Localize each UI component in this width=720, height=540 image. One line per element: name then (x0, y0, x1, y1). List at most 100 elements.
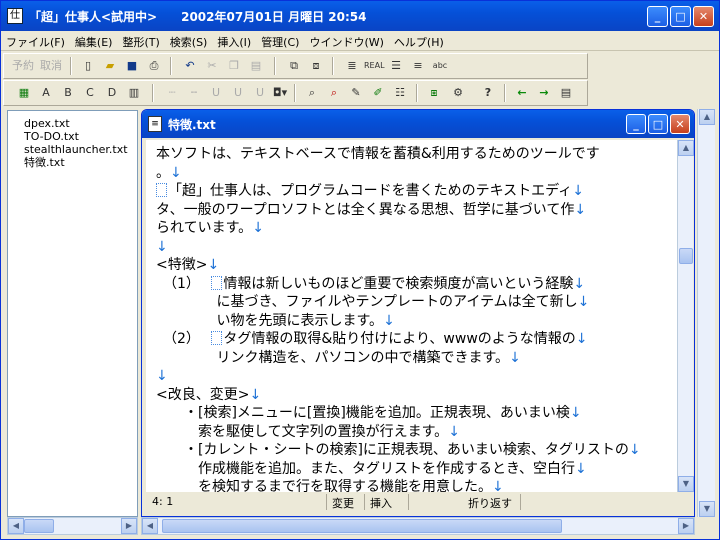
underline-2-icon[interactable]: U (228, 84, 248, 102)
save-icon[interactable]: ■ (122, 57, 142, 75)
scroll-right-icon[interactable]: ▶ (121, 518, 137, 534)
calendar-c-icon[interactable]: C (80, 84, 100, 102)
paste-format-icon[interactable]: ⧈ (306, 57, 326, 75)
date-icon[interactable]: ▦ (14, 84, 34, 102)
document-title-bar[interactable]: ≡ 特徴.txt _ □ ✕ (142, 110, 694, 138)
editor-line[interactable]: 作成機能を追加。また、タグリストを作成するとき、空白行↓ (156, 459, 587, 479)
app-icon[interactable]: 仕 (7, 8, 23, 24)
menu-format[interactable]: 整形(T) (117, 31, 164, 53)
doc-minimize-button[interactable]: _ (626, 114, 646, 134)
help-icon[interactable]: ? (478, 84, 498, 102)
scroll-down-icon[interactable]: ▼ (699, 501, 715, 517)
editor-line[interactable]: ・[検索]メニューに[置換]機能を追加。正規表現、あいまい検↓ (156, 403, 582, 423)
settings-icon[interactable]: ⚙ (448, 84, 468, 102)
underline-3-icon[interactable]: U (250, 84, 270, 102)
scroll-up-icon[interactable]: ▲ (678, 140, 694, 156)
copy-format-icon[interactable]: ⧉ (284, 57, 304, 75)
menu-file[interactable]: ファイル(F) (1, 31, 70, 53)
find-next-icon[interactable]: ⌕ (324, 84, 344, 102)
tag-list-icon[interactable]: ☷ (390, 84, 410, 102)
menu-search[interactable]: 検索(S) (165, 31, 213, 53)
cut-icon[interactable]: ✂ (202, 57, 222, 75)
editor-line[interactable]: タ、一般のワープロソフトとは全く異なる思想、哲学に基づいて作↓ (156, 200, 586, 220)
menu-insert[interactable]: 挿入(I) (212, 31, 256, 53)
forward-arrow-icon[interactable]: → (534, 84, 554, 102)
doc-maximize-button[interactable]: □ (648, 114, 668, 134)
close-button[interactable]: ✕ (693, 6, 714, 27)
network-icon[interactable]: ⧆ (424, 84, 444, 102)
editor-line[interactable]: 本ソフトは、テキストベースで情報を蓄積&利用するためのツールです (156, 144, 600, 164)
document-icon[interactable]: ▤ (556, 84, 576, 102)
editor-line[interactable]: （2） タグ情報の取得&貼り付けにより、wwwのような情報の↓ (156, 329, 588, 349)
back-arrow-icon[interactable]: ← (512, 84, 532, 102)
editor-line[interactable]: に基づき、ファイルやテンプレートのアイテムは全て新し↓ (156, 292, 589, 312)
scroll-right-icon[interactable]: ▶ (678, 518, 694, 534)
abc-icon[interactable]: abc (430, 57, 450, 75)
editor-line-text: <改良、変更> (156, 386, 250, 403)
editor-line[interactable]: 。↓ (156, 163, 182, 183)
minimize-button[interactable]: _ (647, 6, 668, 27)
scroll-thumb[interactable] (679, 248, 693, 264)
justify-icon[interactable]: ≡ (408, 57, 428, 75)
line-break-mark: ↓ (207, 257, 220, 273)
doc-close-button[interactable]: ✕ (670, 114, 690, 134)
torikeshi-button[interactable]: 取消 (38, 57, 64, 75)
clipboard-icon[interactable]: ▥ (124, 84, 144, 102)
editor-line[interactable]: 「超」仕事人は、プログラムコードを書くためのテキストエディ↓ (156, 181, 584, 201)
yoyaku-button[interactable]: 予約 (10, 57, 36, 75)
scroll-down-icon[interactable]: ▼ (678, 476, 694, 492)
file-list-hscrollbar[interactable]: ◀ ▶ (7, 517, 138, 535)
document-window: ≡ 特徴.txt _ □ ✕ 本ソフトは、テキストベースで情報を蓄積&利用するた… (141, 109, 695, 517)
editor-line[interactable]: い物を先頭に表示します。↓ (156, 311, 394, 331)
editor-vscrollbar[interactable]: ▲ ▼ (677, 140, 694, 492)
mark-icon[interactable]: ✐ (368, 84, 388, 102)
file-list-item[interactable]: 特徴.txt (8, 156, 137, 169)
paste-icon[interactable]: ▤ (246, 57, 266, 75)
undo-icon[interactable]: ↶ (180, 57, 200, 75)
scroll-up-icon[interactable]: ▲ (699, 109, 715, 125)
calendar-b-icon[interactable]: B (58, 84, 78, 102)
dotted-line-icon[interactable]: ┈ (162, 84, 182, 102)
maximize-button[interactable]: □ (670, 6, 691, 27)
center-icon[interactable]: ☰ (386, 57, 406, 75)
menu-window[interactable]: ウインドウ(W) (304, 31, 388, 53)
align-icon[interactable]: ≣ (342, 57, 362, 75)
editor-line[interactable]: ↓ (156, 237, 168, 257)
editor-line[interactable]: られています。↓ (156, 218, 264, 238)
menu-help[interactable]: ヘルプ(H) (389, 31, 449, 53)
copy-icon[interactable]: ❐ (224, 57, 244, 75)
menu-edit[interactable]: 編集(E) (70, 31, 118, 53)
editor-line[interactable]: （1） 情報は新しいものほど重要で検索頻度が高いという経験↓ (156, 274, 585, 294)
file-list-item[interactable]: TO-DO.txt (8, 130, 137, 143)
scroll-thumb[interactable] (24, 519, 54, 533)
scroll-left-icon[interactable]: ◀ (142, 518, 158, 534)
editor-line[interactable]: リンク構造を、パソコンの中で構築できます。↓ (156, 348, 521, 368)
editor-line[interactable]: <特徴>↓ (156, 255, 219, 275)
editor-line[interactable]: <改良、変更>↓ (156, 385, 261, 405)
file-list-item[interactable]: stealthlauncher.txt (8, 143, 137, 156)
title-bar[interactable]: 仕 「超」仕事人<試用中> 2002年07月01日 月曜日 20:54 _ □ … (1, 1, 719, 31)
menu-manage[interactable]: 管理(C) (256, 31, 304, 53)
new-file-icon[interactable]: ▯ (78, 57, 98, 75)
document-icon[interactable]: ≡ (148, 116, 162, 132)
dashed-line-icon[interactable]: ╌ (184, 84, 204, 102)
editor-line[interactable]: 索を駆使して文字列の置換が行えます。↓ (156, 422, 460, 442)
frame-dropdown-icon[interactable]: ◘▾ (270, 84, 290, 102)
text-editor[interactable]: 本ソフトは、テキストベースで情報を蓄積&利用するためのツールです 。↓ 「超」仕事人… (146, 140, 677, 495)
find-icon[interactable]: ⌕ (302, 84, 322, 102)
line-break-mark: ↓ (509, 349, 521, 366)
real-icon[interactable]: REAL (364, 57, 385, 75)
editor-line[interactable]: ・[カレント・シートの検索]に正規表現、あいまい検索、タグリストの↓ (156, 440, 641, 460)
underline-icon[interactable]: U (206, 84, 226, 102)
replace-icon[interactable]: ✎ (346, 84, 366, 102)
open-folder-icon[interactable]: ▰ (100, 57, 120, 75)
editor-line[interactable]: ↓ (156, 366, 168, 386)
print-icon[interactable]: ⎙ (144, 57, 164, 75)
main-hscrollbar[interactable]: ◀ ▶ (141, 517, 695, 535)
file-list-item[interactable]: dpex.txt (8, 117, 137, 130)
main-vscrollbar[interactable]: ▲ ▼ (697, 109, 715, 517)
scroll-left-icon[interactable]: ◀ (8, 518, 24, 534)
scroll-thumb[interactable] (162, 519, 562, 533)
calendar-a-icon[interactable]: A (36, 84, 56, 102)
calendar-d-icon[interactable]: D (102, 84, 122, 102)
